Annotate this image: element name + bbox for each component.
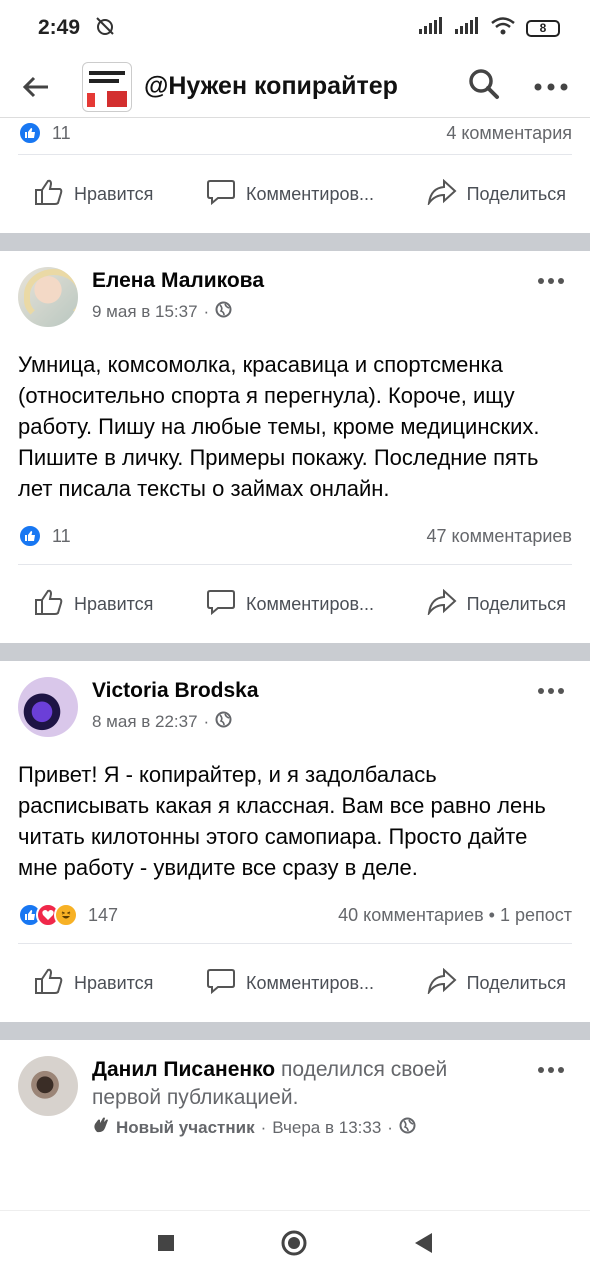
comment-icon: [206, 588, 236, 621]
like-icon: [34, 588, 64, 621]
author-name[interactable]: Данил Писаненко: [92, 1058, 275, 1081]
avatar[interactable]: [18, 267, 78, 327]
post-separator: [0, 1022, 590, 1040]
feed: 11 4 комментария Нравится Комментиров...…: [0, 118, 590, 1139]
group-logo[interactable]: [82, 61, 132, 112]
post-separator: [0, 643, 590, 661]
like-icon: [34, 178, 64, 211]
signal-icon: [418, 16, 444, 40]
avatar[interactable]: [18, 677, 78, 737]
author-name[interactable]: Елена Маликова: [92, 267, 572, 295]
like-reaction-icon: [18, 121, 42, 145]
post-card: 11 4 комментария Нравится Комментиров...…: [0, 118, 590, 233]
more-icon[interactable]: [538, 681, 564, 699]
post-card: Данил Писаненко поделился своей первой п…: [0, 1040, 590, 1139]
wifi-icon: [490, 16, 516, 41]
share-icon: [427, 588, 457, 620]
wave-icon: [92, 1116, 110, 1139]
post-time[interactable]: 8 мая в 22:37: [92, 712, 198, 732]
home-icon[interactable]: [280, 1229, 308, 1262]
reactions-count[interactable]: 11: [52, 123, 71, 144]
app-header: @Нужен копирайтер: [0, 56, 590, 118]
status-bar: 2:49 8: [0, 0, 590, 56]
like-button[interactable]: Нравится: [34, 588, 153, 621]
more-icon[interactable]: [538, 271, 564, 289]
author-line: Данил Писаненко поделился своей первой п…: [92, 1056, 522, 1112]
share-icon: [427, 967, 457, 999]
post-card: Елена Маликова 9 мая в 15:37 · Умница, к…: [0, 251, 590, 643]
comment-button[interactable]: Комментиров...: [206, 178, 374, 211]
author-name[interactable]: Victoria Brodska: [92, 677, 572, 705]
comment-icon: [206, 967, 236, 1000]
comments-count[interactable]: 40 комментариев • 1 репост: [338, 905, 572, 926]
share-button[interactable]: Поделиться: [427, 967, 566, 999]
share-button[interactable]: Поделиться: [427, 178, 566, 210]
stop-icon[interactable]: [156, 1233, 176, 1258]
comment-button[interactable]: Комментиров...: [206, 588, 374, 621]
haha-reaction-icon: [54, 903, 78, 927]
comment-icon: [206, 178, 236, 211]
post-separator: [0, 233, 590, 251]
search-icon[interactable]: [468, 68, 500, 105]
like-button[interactable]: Нравится: [34, 178, 153, 211]
globe-icon: [215, 301, 232, 323]
post-text: Умница, комсомолка, красавица и спортсме…: [18, 352, 540, 501]
member-badge: Новый участник: [116, 1117, 255, 1137]
comments-count[interactable]: 4 комментария: [446, 123, 572, 144]
battery-icon: 8: [526, 19, 560, 37]
comments-count[interactable]: 47 комментариев: [426, 526, 572, 547]
post-card: Victoria Brodska 8 мая в 22:37 · Привет!…: [0, 661, 590, 1022]
reactions-count[interactable]: 147: [88, 905, 118, 926]
like-icon: [34, 967, 64, 1000]
post-text: Привет! Я - копирайтер, и я задолбалась …: [18, 762, 546, 880]
back-arrow-icon[interactable]: [22, 67, 62, 107]
status-time: 2:49: [38, 16, 81, 39]
comment-button[interactable]: Комментиров...: [206, 967, 374, 1000]
like-button[interactable]: Нравится: [34, 967, 153, 1000]
more-icon[interactable]: [538, 1060, 564, 1078]
alarm-off-icon: [94, 15, 116, 42]
like-reaction-icon: [18, 524, 42, 548]
page-title: @Нужен копирайтер: [144, 72, 398, 100]
globe-icon: [215, 711, 232, 733]
signal-icon: [454, 16, 480, 40]
reactions-count[interactable]: 11: [52, 526, 71, 547]
system-nav-bar: [0, 1210, 590, 1280]
post-time[interactable]: 9 мая в 15:37: [92, 302, 198, 322]
more-icon[interactable]: [534, 78, 568, 96]
share-button[interactable]: Поделиться: [427, 588, 566, 620]
share-icon: [427, 178, 457, 210]
back-icon[interactable]: [412, 1231, 434, 1260]
avatar[interactable]: [18, 1056, 78, 1116]
post-time[interactable]: Вчера в 13:33: [272, 1118, 381, 1138]
globe-icon: [399, 1117, 416, 1139]
